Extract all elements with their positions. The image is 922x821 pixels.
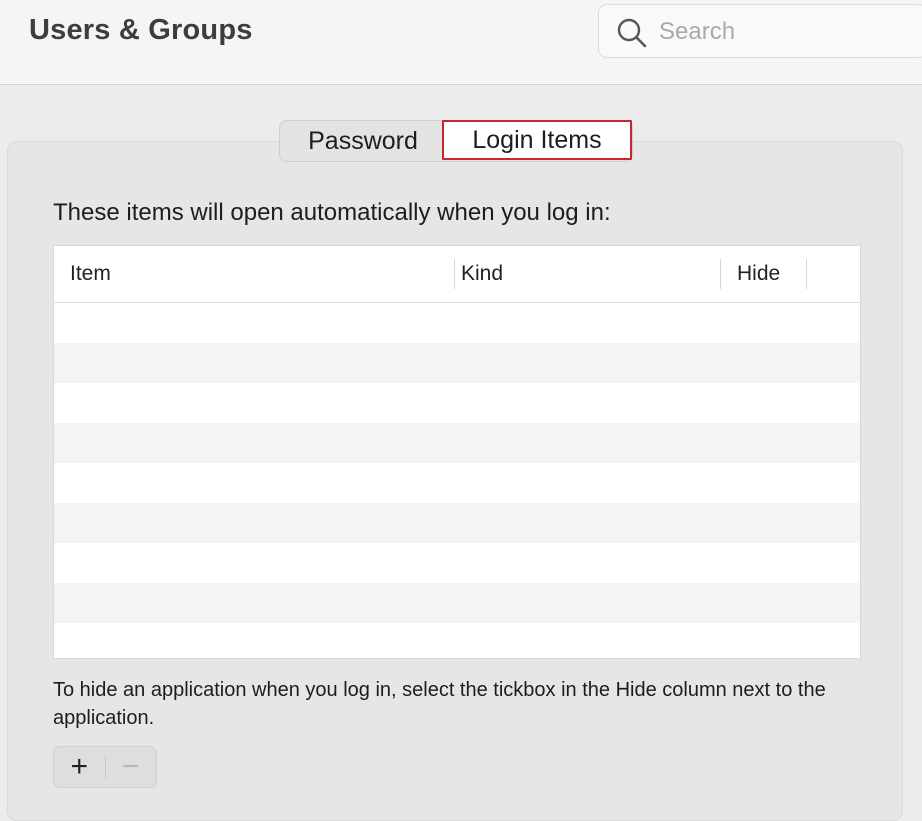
column-header-hide[interactable]: Hide [737,262,780,286]
empty-table-row [54,463,860,503]
login-items-table[interactable]: Item Kind Hide [53,245,861,659]
tab-login-items[interactable]: Login Items [442,120,632,160]
table-header: Item Kind Hide [54,246,860,303]
remove-item-button[interactable]: − [105,747,156,787]
tab-password[interactable]: Password [280,121,442,161]
empty-table-row [54,503,860,543]
column-divider[interactable] [454,259,455,289]
add-remove-controls: + − [53,746,157,788]
empty-table-row [54,623,860,658]
login-items-description: These items will open automatically when… [53,199,611,226]
column-divider[interactable] [806,259,807,289]
title-bar: Users & Groups [0,0,922,85]
tab-bar: Password Login Items [279,120,633,162]
empty-table-row [54,423,860,463]
window-title: Users & Groups [29,14,253,46]
empty-table-row [54,343,860,383]
column-header-item[interactable]: Item [70,262,111,286]
add-item-button[interactable]: + [54,747,105,787]
hide-help-text: To hide an application when you log in, … [53,679,826,729]
search-input[interactable] [659,15,899,49]
empty-table-row [54,543,860,583]
empty-table-row [54,583,860,623]
search-field[interactable] [598,4,922,58]
empty-table-row [54,303,860,343]
column-header-kind[interactable]: Kind [461,262,503,286]
empty-table-row [54,383,860,423]
column-divider[interactable] [720,259,721,289]
search-icon [617,18,647,48]
